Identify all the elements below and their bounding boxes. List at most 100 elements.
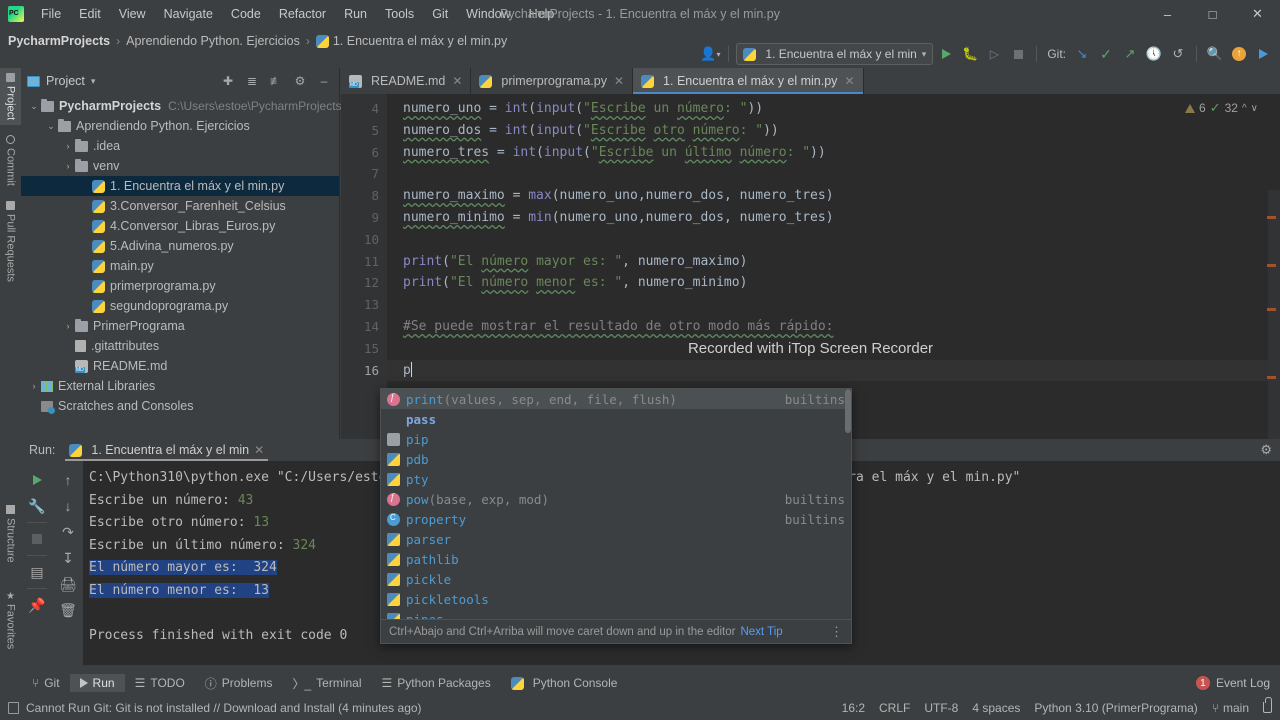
run-configuration-selector[interactable]: 1. Encuentra el máx y el min ▾ [736, 43, 934, 65]
history-icon[interactable]: 🕔 [1143, 43, 1165, 65]
sidebar-tab-favorites[interactable]: ★ Favorites [0, 586, 21, 654]
chevron-down-icon[interactable]: ∨ [1251, 103, 1258, 114]
tree-item[interactable]: Scratches and Consoles [21, 396, 339, 416]
status-message[interactable]: Cannot Run Git: Git is not installed // … [26, 701, 422, 715]
tool-window-problems[interactable]: ⓘ Problems [195, 673, 283, 694]
tree-item[interactable]: ⌄ PycharmProjects C:\Users\estoe\PycharmPr… [21, 96, 342, 116]
status-message-area[interactable]: Cannot Run Git: Git is not installed // … [8, 701, 422, 715]
hide-panel-icon[interactable]: – [315, 72, 333, 90]
print-icon[interactable]: 🖨 [56, 571, 80, 597]
menu-item-view[interactable]: View [110, 3, 155, 25]
autocomplete-item[interactable]: pass [381, 409, 851, 429]
tree-expand-arrow-icon[interactable]: ⌄ [44, 121, 58, 132]
tree-item[interactable]: .gitattributes [21, 336, 339, 356]
settings-gear-icon[interactable]: ⚙ [291, 72, 309, 90]
autocomplete-item[interactable]: pip [381, 429, 851, 449]
ide-icon[interactable] [1252, 43, 1274, 65]
run-tab[interactable]: 1. Encuentra el máx y el min ✕ [63, 440, 270, 461]
tree-item[interactable]: › PrimerPrograma [21, 316, 339, 336]
tree-expand-arrow-icon[interactable]: ⌄ [27, 101, 41, 112]
tree-expand-arrow-icon[interactable]: › [61, 161, 75, 171]
scroll-up-icon[interactable]: ↑ [56, 467, 80, 493]
sidebar-tab-structure[interactable]: Structure [0, 500, 21, 568]
minimize-button[interactable]: – [1145, 0, 1190, 28]
search-everywhere-icon[interactable]: 🔍 [1204, 43, 1226, 65]
autocomplete-popup[interactable]: print(values, sep, end, file, flush) buil… [380, 388, 852, 644]
undo-icon[interactable]: ↺ [1167, 43, 1189, 65]
editor-tab[interactable]: 1. Encuentra el máx y el min.py ✕ [633, 68, 864, 94]
tree-expand-arrow-icon[interactable]: › [61, 321, 75, 331]
next-tip-link[interactable]: Next Tip [740, 626, 782, 638]
autocomplete-item[interactable]: pow(base, exp, mod) builtins [381, 489, 851, 509]
menu-item-window[interactable]: Window [457, 3, 519, 25]
stop-icon[interactable] [25, 526, 49, 552]
tree-item[interactable]: 4.Conversor_Libras_Euros.py [21, 216, 339, 236]
autocomplete-item[interactable]: property builtins [381, 509, 851, 529]
tree-item[interactable]: README.md [21, 356, 339, 376]
user-avatar-icon[interactable]: 👤 ▾ [699, 43, 721, 65]
run-button[interactable] [935, 43, 957, 65]
layout-icon[interactable]: ▤ [25, 559, 49, 585]
autocomplete-item[interactable]: pty [381, 469, 851, 489]
tree-item[interactable]: 1. Encuentra el máx y el min.py [21, 176, 339, 196]
tree-item[interactable]: 5.Adivina_numeros.py [21, 236, 339, 256]
stop-button[interactable] [1007, 43, 1029, 65]
editor-tab[interactable]: primerprograma.py ✕ [471, 68, 634, 94]
caret-position[interactable]: 16:2 [842, 701, 865, 715]
menu-item-navigate[interactable]: Navigate [155, 3, 222, 25]
editor-tab[interactable]: README.md ✕ [341, 68, 472, 94]
menu-item-code[interactable]: Code [222, 3, 270, 25]
tree-item[interactable]: ⌄ Aprendiendo Python. Ejercicios [21, 116, 339, 136]
autocomplete-item[interactable]: pdb [381, 449, 851, 469]
run-settings-gear-icon[interactable]: ⚙ [1260, 442, 1272, 458]
tree-item[interactable]: › venv [21, 156, 339, 176]
tree-item[interactable]: main.py [21, 256, 339, 276]
updates-available-icon[interactable]: ↑ [1228, 43, 1250, 65]
close-tab-icon[interactable]: ✕ [452, 74, 462, 88]
tree-item[interactable]: › .idea [21, 136, 339, 156]
menu-item-file[interactable]: File [32, 3, 70, 25]
tool-window-python-packages[interactable]: ☰ Python Packages [372, 674, 501, 692]
tree-expand-arrow-icon[interactable]: › [27, 381, 41, 391]
git-commit-icon[interactable]: ✓ [1095, 43, 1117, 65]
git-update-icon[interactable]: ↘ [1071, 43, 1093, 65]
inspection-widget[interactable]: 6 ✓ 32 ^ ∨ [1185, 100, 1258, 116]
scroll-to-end-icon[interactable]: ↧ [56, 545, 80, 571]
autocomplete-item[interactable]: print(values, sep, end, file, flush) buil… [381, 389, 851, 409]
event-log-label[interactable]: Event Log [1216, 676, 1270, 690]
soft-wrap-icon[interactable]: ↷ [56, 519, 80, 545]
lock-icon[interactable] [1263, 697, 1272, 713]
maximize-button[interactable]: □ [1190, 0, 1235, 28]
menu-item-help[interactable]: Help [520, 3, 564, 25]
sidebar-tab-project[interactable]: Project [0, 68, 21, 126]
git-push-icon[interactable]: ↗ [1119, 43, 1141, 65]
menu-item-tools[interactable]: Tools [376, 3, 423, 25]
git-branch-widget[interactable]: ⑂ main [1212, 701, 1249, 715]
autocomplete-item[interactable]: pickle [381, 569, 851, 589]
python-interpreter[interactable]: Python 3.10 (PrimerPrograma) [1034, 701, 1197, 715]
close-icon[interactable]: ✕ [254, 443, 264, 457]
tool-window-todo[interactable]: ☰ TODO [125, 674, 195, 692]
scroll-down-icon[interactable]: ↓ [56, 493, 80, 519]
file-encoding[interactable]: UTF-8 [924, 701, 958, 715]
indent-setting[interactable]: 4 spaces [972, 701, 1020, 715]
locate-file-icon[interactable]: ✚ [219, 72, 237, 90]
settings-wrench-icon[interactable]: 🔧 [25, 493, 49, 519]
tree-item[interactable]: segundoprograma.py [21, 296, 339, 316]
tree-item[interactable]: primerprograma.py [21, 276, 339, 296]
line-separator[interactable]: CRLF [879, 701, 910, 715]
close-tab-icon[interactable]: ✕ [844, 74, 854, 88]
tool-window-run[interactable]: Run [69, 674, 125, 692]
close-tab-icon[interactable]: ✕ [614, 74, 624, 88]
autocomplete-list[interactable]: print(values, sep, end, file, flush) buil… [381, 389, 851, 621]
autocomplete-item[interactable]: pickletools [381, 589, 851, 609]
close-button[interactable]: ✕ [1235, 0, 1280, 28]
rerun-icon[interactable] [25, 467, 49, 493]
scrollbar-thumb[interactable] [845, 389, 851, 433]
tree-expand-arrow-icon[interactable]: › [61, 141, 75, 151]
sidebar-tab-pull-requests[interactable]: Pull Requests [0, 196, 21, 287]
chevron-down-icon[interactable]: ▾ [91, 76, 96, 87]
menu-item-git[interactable]: Git [423, 3, 457, 25]
tool-window-git[interactable]: ⑂ Git [22, 674, 70, 692]
collapse-all-icon[interactable]: ≢ [267, 72, 285, 90]
